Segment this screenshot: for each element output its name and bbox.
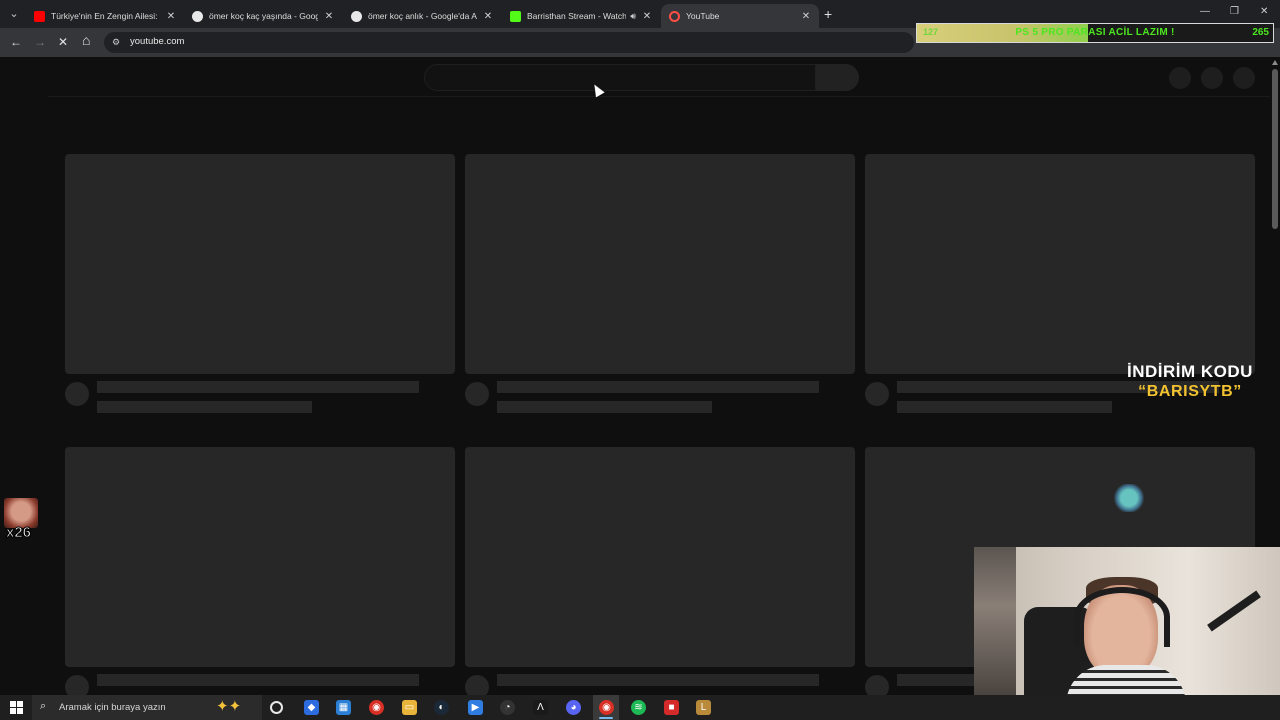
search-highlight-icon[interactable]: ✦✦: [216, 697, 241, 715]
floating-sticker-icon: [1114, 484, 1144, 512]
tab-barristhan-stream[interactable]: Barristhan Stream - Watch L 🔊︎ ✕: [502, 4, 660, 28]
chrome-active-icon[interactable]: ◉: [599, 700, 614, 715]
channel-avatar-skeleton: [65, 675, 89, 695]
close-window-icon[interactable]: ✕: [1260, 6, 1268, 17]
header-divider: [48, 96, 1270, 97]
tab-title: ömer koç kaç yaşında - Google': [209, 11, 318, 21]
title-skeleton: [497, 381, 819, 393]
discount-code-overlay: İNDİRİM KODU “BARISYTB”: [1110, 362, 1270, 402]
chrome-icon[interactable]: ◉: [369, 700, 384, 715]
thumbnail-skeleton: [65, 154, 455, 374]
meta-skeleton: [897, 401, 1112, 413]
home-button[interactable]: ⌂: [82, 32, 90, 48]
nvidia-icon[interactable]: Λ: [533, 700, 548, 715]
avatar-skeleton[interactable]: [1233, 67, 1255, 89]
microphone-arm-icon: [1207, 590, 1261, 632]
close-tab-icon[interactable]: ✕: [166, 11, 176, 22]
channel-avatar-skeleton: [865, 382, 889, 406]
store-icon[interactable]: ▦: [336, 700, 351, 715]
steam-icon[interactable]: ◐: [434, 700, 449, 715]
scroll-up-arrow-icon[interactable]: [1272, 60, 1278, 65]
meta-skeleton: [97, 401, 312, 413]
youtube-search-button-skeleton[interactable]: [816, 64, 859, 91]
tab-search-chevron-icon[interactable]: ⌄: [6, 6, 22, 22]
youtube-search-input-skeleton[interactable]: [424, 64, 816, 91]
taskbar-search-placeholder: Aramak için buraya yazın: [59, 702, 166, 713]
scrollbar-thumb[interactable]: [1272, 69, 1278, 229]
webcam-shelf: [974, 547, 1016, 695]
channel-avatar-skeleton: [865, 675, 889, 695]
streamer-webcam: [974, 547, 1280, 695]
close-tab-icon[interactable]: ✕: [483, 11, 493, 22]
new-tab-button[interactable]: +: [824, 6, 832, 22]
tab-title: YouTube: [686, 11, 720, 21]
site-info-icon[interactable]: ⚙: [112, 36, 124, 48]
tab-title: ömer koç anlık - Google'da Ara: [368, 11, 477, 21]
thumbnail-skeleton: [465, 447, 855, 667]
file-explorer-icon[interactable]: ▭: [402, 700, 417, 715]
back-button[interactable]: ←: [10, 34, 22, 50]
donation-goal-banner: 127 PS 5 PRO PARASI ACİL LAZIM ! 265: [916, 23, 1274, 43]
emote-combo-count: x26: [5, 524, 32, 542]
stop-loading-button[interactable]: ✕: [58, 34, 68, 50]
title-skeleton: [97, 381, 419, 393]
thumbnail-skeleton: [465, 154, 855, 374]
goal-message: PS 5 PRO PARASI ACİL LAZIM !: [1015, 27, 1175, 38]
notifications-icon-skeleton[interactable]: [1201, 67, 1223, 89]
thumbnail-skeleton: [65, 447, 455, 667]
headset-icon: [1074, 587, 1170, 647]
app-blue-icon[interactable]: ▶: [468, 700, 483, 715]
task-view-icon[interactable]: [270, 701, 283, 714]
kick-icon: [510, 10, 521, 22]
discount-code-value: “BARISYTB”: [1138, 383, 1242, 400]
tab-omer-koc-kac-yasinda[interactable]: ömer koç kaç yaşında - Google' ✕: [184, 4, 342, 28]
create-icon-skeleton[interactable]: [1169, 67, 1191, 89]
discord-icon[interactable]: ◕: [566, 700, 581, 715]
google-icon: [192, 10, 203, 22]
spotify-icon[interactable]: ≋: [631, 700, 646, 715]
close-tab-icon[interactable]: ✕: [801, 11, 811, 22]
vpn-icon[interactable]: ◆: [304, 700, 319, 715]
close-tab-icon[interactable]: ✕: [324, 11, 334, 22]
channel-avatar-skeleton: [65, 382, 89, 406]
windows-taskbar: ⌕ Aramak için buraya yazın ✦✦ ◆ ▦ ◉ ▭ ◐ ▶ ◔ Λ ◕ ◉…: [0, 695, 1280, 720]
minimize-icon[interactable]: —: [1200, 6, 1210, 17]
audio-playing-icon[interactable]: 🔊︎: [630, 11, 636, 22]
search-icon: ⌕: [40, 700, 47, 712]
taskbar-search-box[interactable]: ⌕ Aramak için buraya yazın ✦✦: [32, 695, 262, 720]
discount-code-label: İNDİRİM KODU: [1127, 362, 1253, 381]
tab-title: Türkiye'nin En Zengin Ailesi: Ko: [51, 11, 160, 21]
youtube-icon: [34, 10, 45, 22]
speedtest-icon[interactable]: ◔: [500, 700, 515, 715]
address-bar[interactable]: ⚙ youtube.com: [104, 32, 914, 53]
windows-start-icon[interactable]: [10, 701, 23, 714]
title-skeleton: [497, 674, 819, 686]
forward-button[interactable]: →: [34, 34, 46, 50]
tab-title: Barristhan Stream - Watch L: [527, 11, 627, 21]
tab-omer-koc-anlik[interactable]: ömer koç anlık - Google'da Ara ✕: [343, 4, 501, 28]
tab-turkiye-zengin[interactable]: Türkiye'nin En Zengin Ailesi: Ko ✕: [26, 4, 184, 28]
title-skeleton: [97, 674, 419, 686]
active-app-indicator: [599, 717, 613, 719]
league-icon[interactable]: L: [696, 700, 711, 715]
channel-avatar-skeleton: [465, 382, 489, 406]
meta-skeleton: [497, 401, 712, 413]
tab-youtube[interactable]: YouTube ✕: [661, 4, 819, 28]
google-icon: [351, 10, 362, 22]
loading-icon: [669, 10, 680, 22]
address-url: youtube.com: [130, 36, 185, 47]
channel-avatar-skeleton: [465, 675, 489, 695]
restore-icon[interactable]: ❐: [1230, 6, 1239, 17]
goal-target-value: 265: [1252, 27, 1269, 38]
close-tab-icon[interactable]: ✕: [642, 11, 652, 22]
thumbnail-skeleton: [865, 154, 1255, 374]
app-red-icon[interactable]: ■: [664, 700, 679, 715]
